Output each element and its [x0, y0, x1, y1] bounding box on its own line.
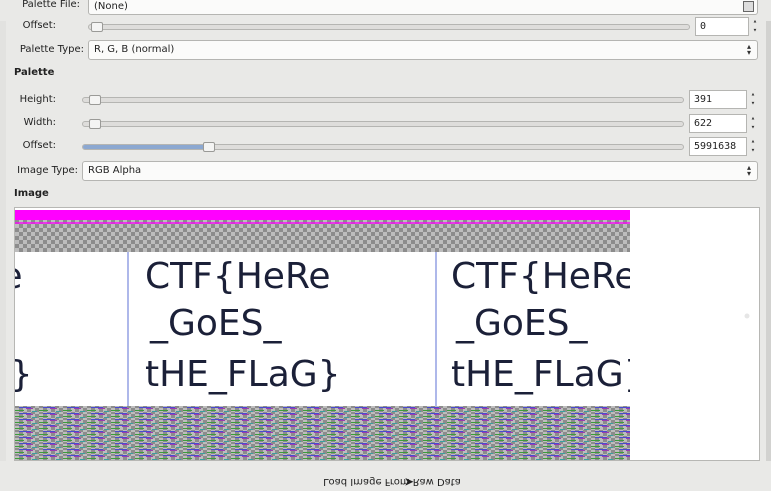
checker-band: [15, 220, 630, 252]
height-slider[interactable]: [82, 95, 684, 105]
flag-line-1b: CTF{HeRe: [451, 256, 637, 297]
flag-line-1a: CTF{HeRe: [145, 256, 331, 297]
magenta-band: [15, 210, 630, 220]
image-offset-spin[interactable]: 5991638 ▴ ▾: [689, 137, 755, 156]
combo-arrows-icon: ▴ ▾: [746, 42, 751, 57]
image-offset-label: Offset:: [22, 140, 56, 151]
load-image-button[interactable]: Load Image From Raw Data: [322, 476, 462, 487]
palette-offset-label: Offset:: [22, 20, 56, 31]
slider-handle[interactable]: [91, 22, 103, 32]
flag-line-2b: _GoES_: [455, 303, 589, 344]
left-window-edge: [0, 21, 6, 461]
width-value: 622: [694, 118, 713, 129]
flag-line-1c: CTF{HeRe: [15, 256, 23, 297]
noise-band-top: [15, 406, 630, 460]
width-spin[interactable]: 622 ▴ ▾: [689, 114, 755, 133]
height-label: Height:: [19, 94, 56, 105]
spin-arrows-icon[interactable]: ▴ ▾: [748, 90, 758, 109]
palette-type-combo[interactable]: R, G, B (normal) ▴ ▾: [88, 40, 758, 60]
palette-offset-slider[interactable]: [88, 22, 690, 32]
flag-line-3a: tHE_FLaG}: [145, 354, 341, 395]
image-offset-slider[interactable]: [82, 142, 684, 152]
palette-type-label: Palette Type:: [19, 44, 84, 55]
slider-handle[interactable]: [89, 95, 101, 105]
palette-offset-value: 0: [700, 21, 707, 32]
width-label: Width:: [23, 117, 56, 128]
height-value: 391: [694, 94, 713, 105]
spin-arrows-icon[interactable]: ▴ ▾: [748, 137, 758, 156]
image-type-label: Image Type:: [17, 165, 78, 176]
slider-fill: [83, 145, 209, 149]
image-section-title: Image: [14, 188, 49, 199]
combo-arrows-icon: ▴ ▾: [746, 163, 751, 178]
image-preview: CTF{HeRe _GoES_ tHE_FLaG} CTF{HeRe _GoES…: [0, 207, 760, 461]
flag-line-3c: tHE_FLaG}: [15, 354, 33, 395]
image-offset-value: 5991638: [694, 141, 737, 152]
palette-file-value: (None): [94, 1, 128, 12]
spin-arrows-icon[interactable]: ▴ ▾: [750, 17, 760, 36]
right-window-edge: [766, 21, 771, 461]
image-type-combo[interactable]: RGB Alpha ▴ ▾: [82, 161, 758, 181]
palette-type-value: R, G, B (normal): [94, 44, 175, 55]
slider-handle[interactable]: [203, 142, 215, 152]
preview-canvas: CTF{HeRe _GoES_ tHE_FLaG} CTF{HeRe _GoES…: [0, 208, 759, 460]
height-spin[interactable]: 391 ▴ ▾: [689, 90, 755, 109]
image-type-value: RGB Alpha: [88, 165, 142, 176]
palette-file-chooser[interactable]: (None): [88, 0, 758, 15]
file-chooser-icon[interactable]: [743, 1, 754, 12]
flag-line-2a: _GoES_: [149, 303, 283, 344]
width-slider[interactable]: [82, 119, 684, 129]
spin-arrows-icon[interactable]: ▴ ▾: [748, 114, 758, 133]
flag-line-3b: tHE_FLaG}: [451, 354, 647, 395]
palette-section-title: Palette: [14, 67, 55, 78]
mouse-cursor-icon: ➤: [404, 475, 415, 489]
slider-handle[interactable]: [89, 119, 101, 129]
palette-offset-spin[interactable]: 0 ▴ ▾: [695, 17, 757, 36]
palette-file-label: Palette File:: [22, 0, 80, 10]
raw-data-dialog: Load Image From Raw Data ➤ CTF{HeRe _GoE…: [0, 0, 771, 491]
